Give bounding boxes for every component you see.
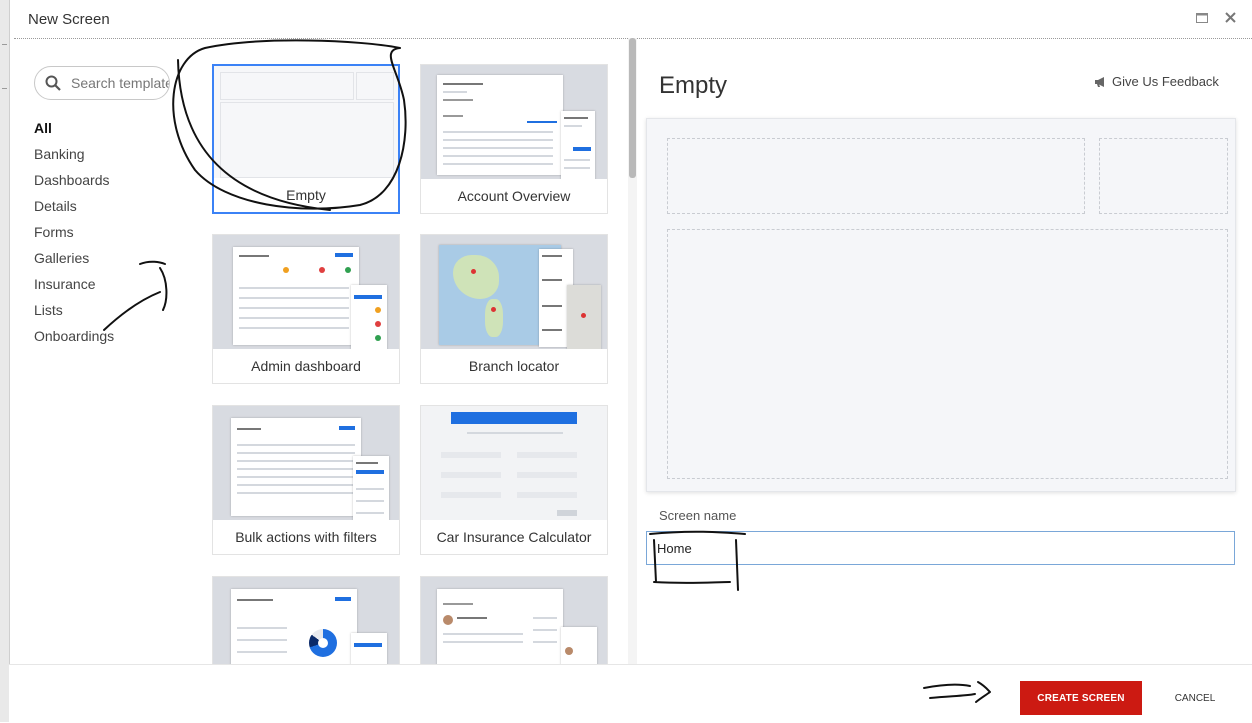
- template-thumbnail: [214, 66, 398, 182]
- create-screen-button[interactable]: CREATE SCREEN: [1020, 681, 1142, 715]
- template-thumbnail: [421, 577, 607, 664]
- close-icon[interactable]: [1220, 8, 1240, 28]
- template-label: Branch locator: [421, 349, 607, 383]
- template-card-car-insurance-calculator[interactable]: Car Insurance Calculator: [420, 405, 608, 555]
- search-box[interactable]: [34, 66, 170, 100]
- template-label: Admin dashboard: [213, 349, 399, 383]
- preview-zone-body: [667, 229, 1228, 479]
- dialog-title: New Screen: [28, 11, 110, 28]
- category-list: All Banking Dashboards Details Forms Gal…: [34, 118, 114, 352]
- category-insurance[interactable]: Insurance: [34, 274, 114, 300]
- preview-zone-header: [667, 138, 1085, 214]
- maximize-icon[interactable]: [1192, 8, 1212, 28]
- left-window-edge: [0, 0, 10, 722]
- screen-name-input[interactable]: [646, 531, 1235, 565]
- template-label: Bulk actions with filters: [213, 520, 399, 554]
- megaphone-icon: [1095, 77, 1104, 87]
- feedback-link[interactable]: Give Us Feedback: [1094, 74, 1219, 89]
- template-preview: [646, 118, 1236, 492]
- template-card-admin-dashboard[interactable]: Admin dashboard: [212, 234, 400, 384]
- template-card-bulk-actions-with-filters[interactable]: Bulk actions with filters: [212, 405, 400, 555]
- category-galleries[interactable]: Galleries: [34, 248, 114, 274]
- category-onboardings[interactable]: Onboardings: [34, 326, 114, 352]
- category-lists[interactable]: Lists: [34, 300, 114, 326]
- template-card-empty[interactable]: Empty: [212, 64, 400, 214]
- template-label: Car Insurance Calculator: [421, 520, 607, 554]
- template-thumbnail: [421, 65, 607, 181]
- category-all[interactable]: All: [34, 118, 114, 144]
- category-forms[interactable]: Forms: [34, 222, 114, 248]
- template-thumbnail: [213, 235, 399, 351]
- template-thumbnail: [213, 406, 399, 522]
- cancel-button[interactable]: CANCEL: [1158, 681, 1232, 715]
- template-thumbnail: [213, 577, 399, 664]
- category-dashboards[interactable]: Dashboards: [34, 170, 114, 196]
- template-card-customer-details[interactable]: [420, 576, 608, 664]
- template-grid: Empty Account Overview Admin dashboard B…: [205, 38, 637, 664]
- category-details[interactable]: Details: [34, 196, 114, 222]
- template-card-requests-overview[interactable]: [212, 576, 400, 664]
- preview-zone-side: [1099, 138, 1228, 214]
- template-card-account-overview[interactable]: Account Overview: [420, 64, 608, 214]
- preview-title: Empty: [659, 72, 728, 99]
- template-label: Account Overview: [421, 179, 607, 213]
- template-label: Empty: [214, 178, 398, 212]
- category-banking[interactable]: Banking: [34, 144, 114, 170]
- template-card-branch-locator[interactable]: Branch locator: [420, 234, 608, 384]
- template-scrollbar[interactable]: [628, 38, 637, 664]
- dialog-title-bar: New Screen: [14, 0, 1252, 39]
- search-input[interactable]: [69, 74, 169, 92]
- template-thumbnail: [421, 235, 607, 351]
- feedback-label: Give Us Feedback: [1112, 74, 1219, 89]
- screen-name-label: Screen name: [659, 508, 737, 523]
- template-thumbnail: [421, 406, 607, 522]
- search-icon: [45, 75, 61, 91]
